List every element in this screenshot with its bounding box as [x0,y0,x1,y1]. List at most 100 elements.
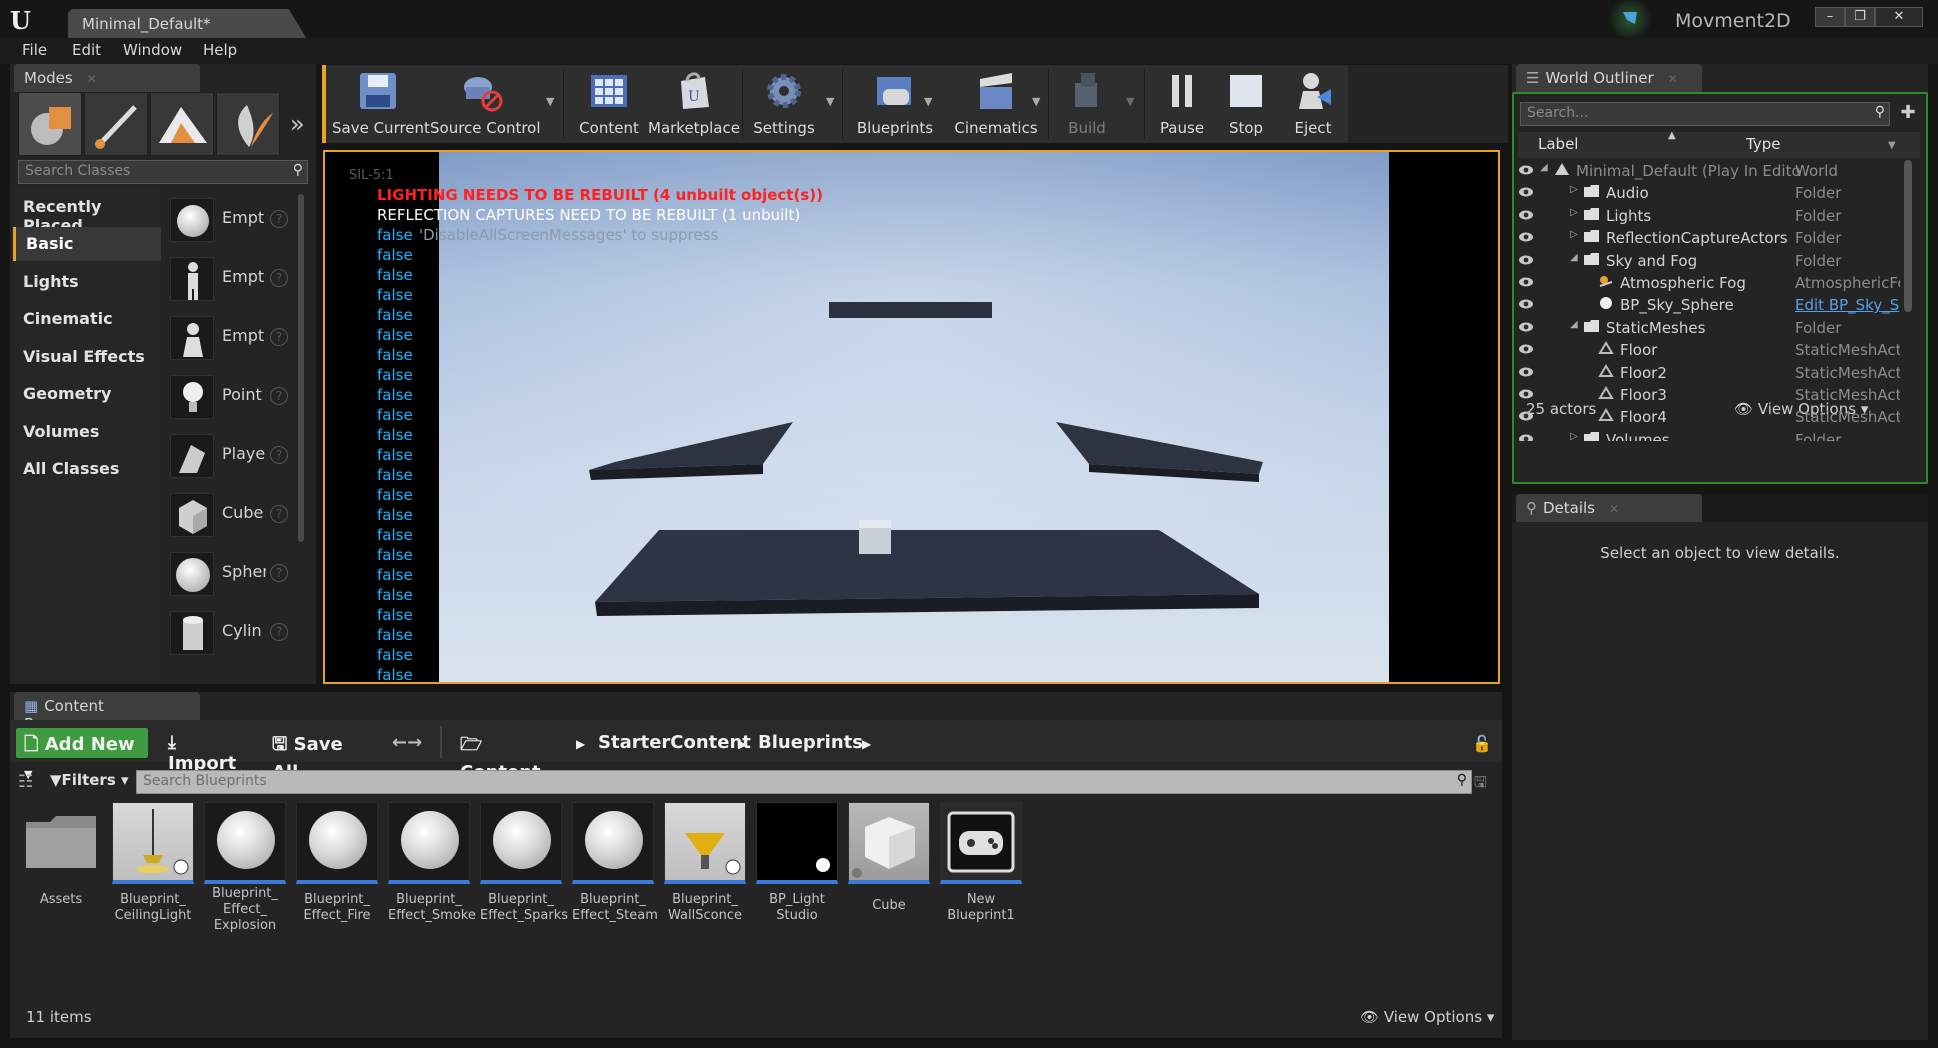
place-item-cube[interactable]: Cube? [168,489,294,541]
eject-button[interactable]: Eject [1282,65,1344,143]
restore-button[interactable]: ❐ [1845,7,1875,27]
add-new-button[interactable]: 🗋 Add New ▼ [16,728,148,781]
more-modes-icon[interactable]: » [290,110,305,138]
help-icon[interactable]: ? [270,328,288,346]
outliner-row[interactable]: BP_Sky_Sphere Edit BP_Sky_S [1518,294,1918,316]
visibility-eye-icon[interactable] [1518,388,1534,400]
back-arrow-icon[interactable]: ← [392,732,407,753]
help-icon[interactable]: ? [270,210,288,228]
path-content[interactable]: 🗁 Content [452,728,572,783]
place-item-point-light[interactable]: Point? [168,371,294,423]
outliner-search-input[interactable]: Search... ⚲ [1520,102,1890,126]
pause-button[interactable]: Pause [1152,65,1212,143]
place-item-cylinder[interactable]: Cylin? [168,607,294,659]
outliner-row[interactable]: ▷ Audio Folder [1518,182,1918,204]
asset-cube[interactable]: Cube [848,802,930,914]
search-blueprints-input[interactable]: Search Blueprints ⚲ [136,770,1472,794]
visibility-eye-icon[interactable] [1518,231,1534,243]
source-control-button[interactable]: Source Control [430,65,541,143]
outliner-row[interactable]: ◢ Minimal_Default (Play In Edito World [1518,160,1918,182]
outliner-row-type[interactable]: Edit BP_Sky_S [1795,296,1900,314]
expand-arrow-icon[interactable]: ▷ [1570,229,1578,240]
asset-bp-light-studio[interactable]: BP_Light Studio [756,802,838,924]
place-item-sphere[interactable]: Spher? [168,548,294,600]
visibility-eye-icon[interactable] [1518,410,1534,422]
forward-arrow-icon[interactable]: → [407,732,422,753]
help-icon[interactable]: ? [270,387,288,405]
asset-effect-smoke[interactable]: Blueprint_ Effect_Smoke [388,802,476,924]
column-menu-icon[interactable]: ▼ [1888,140,1896,151]
filters-button[interactable]: ▼Filters ▾ [50,771,129,789]
asset-new-blueprint[interactable]: New Blueprint1 [940,802,1022,924]
close-button[interactable]: ✕ [1875,7,1923,27]
close-tab-icon[interactable]: ✕ [1609,502,1619,516]
asset-folder-assets[interactable]: Assets [20,802,102,908]
source-control-dropdown-icon[interactable]: ▼ [546,95,554,108]
asset-effect-sparks[interactable]: Blueprint_ Effect_Sparks [480,802,568,924]
level-viewport[interactable]: SIL-5:1 LIGHTING NEEDS TO BE REBUILT (4 … [323,150,1500,684]
content-browser-tab[interactable]: ▦Content Browser✕ [14,692,200,733]
outliner-row[interactable]: Floor4 StaticMeshActo [1518,406,1918,428]
menu-edit[interactable]: Edit [72,41,101,59]
outliner-row[interactable]: ▷ Lights Folder [1518,205,1918,227]
blueprints-dropdown-icon[interactable]: ▼ [924,95,932,108]
place-mode-button[interactable] [18,92,82,156]
outliner-row[interactable]: Floor2 StaticMeshActo [1518,362,1918,384]
content-button[interactable]: Content [572,65,646,143]
help-icon[interactable]: ? [270,564,288,582]
cinematics-dropdown-icon[interactable]: ▼ [1032,95,1040,108]
save-all-button[interactable]: 🖫 Save All [264,728,376,783]
path-chevron-icon[interactable]: ▶ [568,733,588,763]
outliner-row[interactable]: ◢ StaticMeshes Folder [1518,317,1918,339]
path-chevron-icon[interactable]: ▶ [730,733,750,763]
asset-wall-sconce[interactable]: Blueprint_ WallSconce [664,802,746,924]
details-tab[interactable]: ⚲ Details ✕ [1516,494,1702,522]
visibility-eye-icon[interactable] [1518,366,1534,378]
help-icon[interactable]: ? [270,623,288,641]
import-button[interactable]: ⤓ Import [160,728,252,774]
outliner-row[interactable]: ▷ Volumes Folder [1518,429,1918,441]
help-icon[interactable]: ? [270,505,288,523]
expand-arrow-icon[interactable]: ◢ [1570,319,1578,330]
category-lights[interactable]: Lights [13,265,161,299]
path-starter-content[interactable]: StarterContent [590,728,751,758]
outliner-row[interactable]: ▷ ReflectionCaptureActors Folder [1518,227,1918,249]
visibility-eye-icon[interactable] [1518,298,1534,310]
menu-help[interactable]: Help [203,41,237,59]
visibility-eye-icon[interactable] [1518,343,1534,355]
category-basic[interactable]: Basic [13,227,161,261]
visibility-eye-icon[interactable] [1518,276,1534,288]
outliner-row[interactable]: Atmospheric Fog AtmosphericFo [1518,272,1918,294]
add-filter-icon[interactable]: ✚ [1896,102,1920,126]
marketplace-button[interactable]: U Marketplace [648,65,740,143]
asset-effect-fire[interactable]: Blueprint_ Effect_Fire [296,802,378,924]
help-icon[interactable]: ? [270,269,288,287]
landscape-mode-button[interactable] [150,92,214,156]
world-outliner-tab[interactable]: ☰ World Outliner ✕ [1516,64,1702,92]
help-icon[interactable]: ? [270,446,288,464]
category-all-classes[interactable]: All Classes [13,452,161,486]
foliage-mode-button[interactable] [216,92,280,156]
modes-scrollbar[interactable] [298,194,304,542]
minimize-button[interactable]: – [1815,7,1845,27]
save-current-button[interactable]: Save Current [332,65,430,143]
menu-file[interactable]: File [22,41,47,59]
build-button[interactable]: Build [1054,65,1120,143]
visibility-eye-icon[interactable] [1518,186,1534,198]
source-control-status-icon[interactable] [1605,0,1655,38]
lock-icon[interactable]: 🔓 [1472,734,1492,753]
category-geometry[interactable]: Geometry [13,377,161,411]
asset-ceiling-light[interactable]: Blueprint_ CeilingLight [112,802,194,924]
category-recently-placed[interactable]: Recently Placed [13,190,161,235]
visibility-eye-icon[interactable] [1518,209,1534,221]
settings-button[interactable]: Settings [748,65,820,143]
column-label[interactable]: Label [1538,135,1578,153]
expand-arrow-icon[interactable]: ▷ [1570,431,1578,441]
asset-effect-explosion[interactable]: Blueprint_ Effect_ Explosion [204,802,286,934]
category-visual-effects[interactable]: Visual Effects [13,340,161,374]
category-volumes[interactable]: Volumes [13,415,161,449]
settings-dropdown-icon[interactable]: ▼ [826,95,834,108]
expand-arrow-icon[interactable]: ▷ [1570,184,1578,195]
place-item-empty-pawn[interactable]: Empt? [168,312,294,364]
place-item-empty-character[interactable]: Empt? [168,253,294,305]
